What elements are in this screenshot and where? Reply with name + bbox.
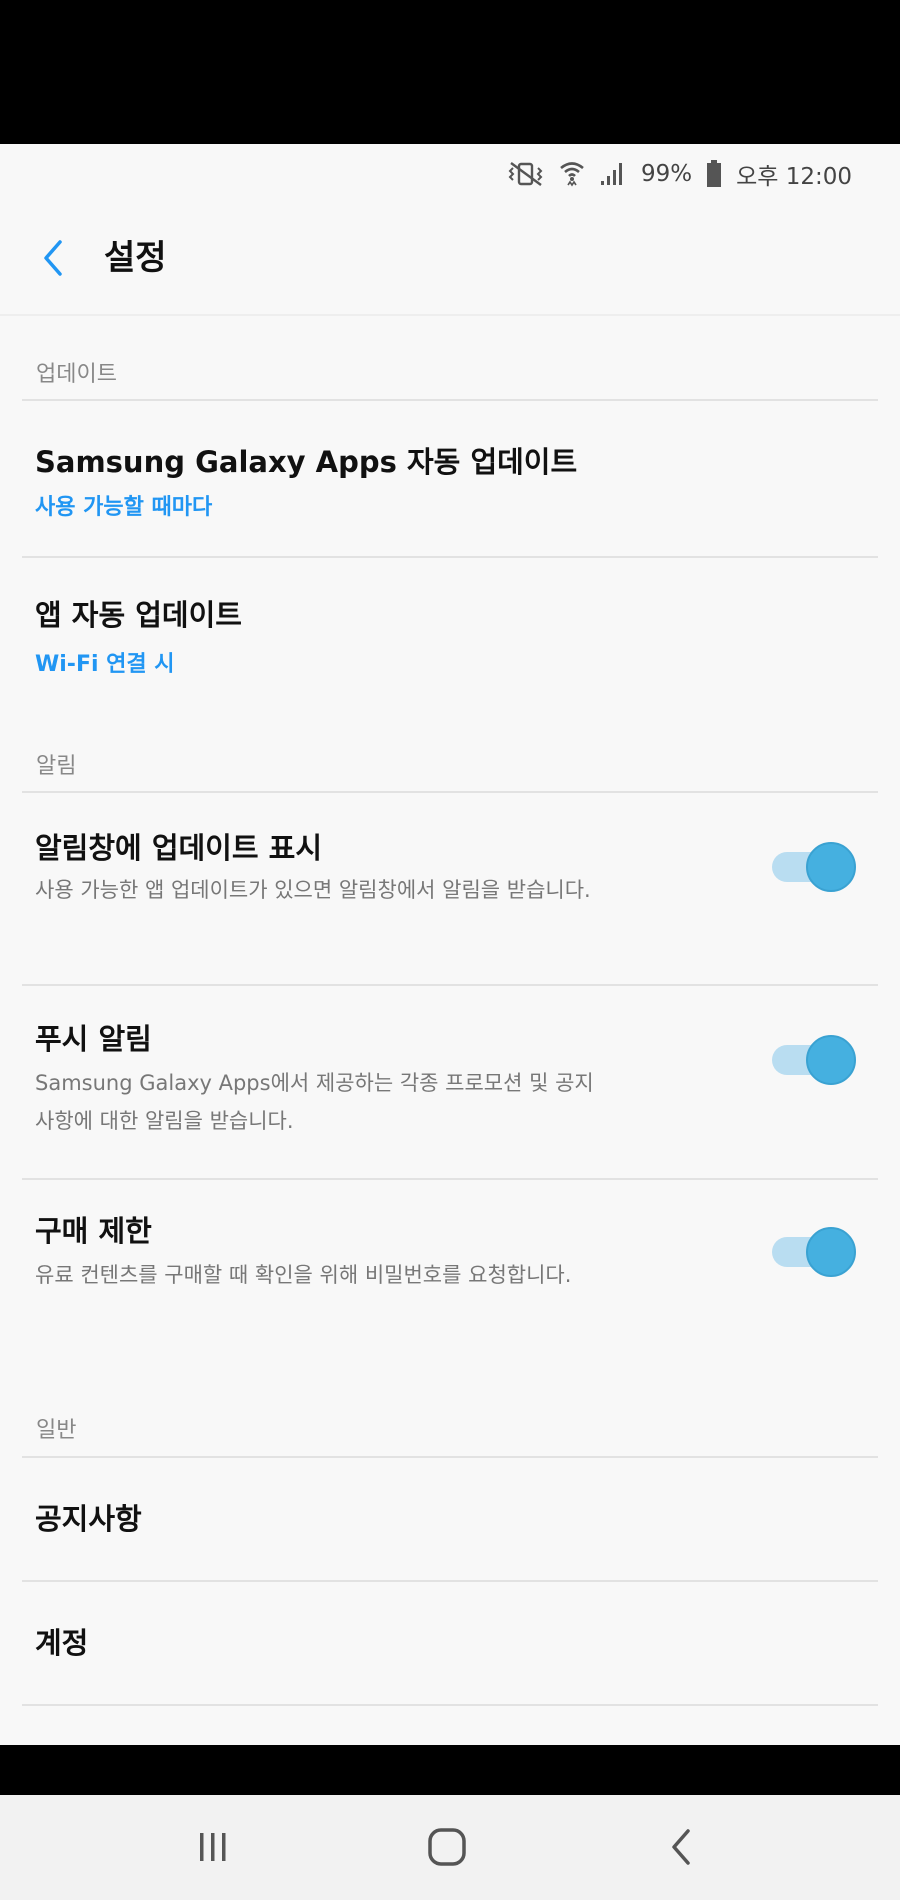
status-icons: 99% 오후 12:00 [507, 154, 852, 194]
recent-apps-icon [200, 1833, 226, 1861]
battery-icon [706, 160, 722, 188]
setting-value: 사용 가능할 때마다 [35, 495, 213, 520]
setting-description: 사용 가능한 앱 업데이트가 있으면 알림창에서 알림을 받습니다. [35, 878, 591, 902]
setting-title: 푸시 알림 [35, 1022, 152, 1056]
setting-purchase-limit[interactable]: 구매 제한 유료 컨텐츠를 구매할 때 확인을 위해 비밀번호를 요청합니다. [0, 1180, 900, 1360]
recent-apps-button[interactable] [178, 1817, 248, 1877]
setting-title: 알림창에 업데이트 표시 [35, 831, 322, 865]
toggle-switch[interactable] [772, 1222, 858, 1282]
back-button[interactable] [28, 228, 78, 288]
toggle-thumb [806, 1227, 856, 1277]
status-bar: 99% 오후 12:00 [0, 144, 900, 200]
toggle-thumb [806, 842, 856, 892]
setting-show-update-in-notification[interactable]: 알림창에 업데이트 표시 사용 가능한 앱 업데이트가 있으면 알림창에서 알림… [0, 793, 900, 984]
toggle-switch[interactable] [772, 837, 858, 897]
setting-description: 유료 컨텐츠를 구매할 때 확인을 위해 비밀번호를 요청합니다. [35, 1263, 572, 1287]
setting-title: Samsung Galaxy Apps 자동 업데이트 [35, 445, 578, 479]
home-icon [428, 1828, 466, 1866]
page-title: 설정 [104, 238, 167, 278]
navigation-bar [0, 1795, 900, 1900]
setting-app-auto-update[interactable]: 앱 자동 업데이트 Wi-Fi 연결 시 [0, 558, 900, 698]
setting-title: 공지사항 [35, 1502, 142, 1536]
app-bar: 설정 [0, 200, 900, 316]
top-black-bar [0, 0, 900, 144]
clock: 오후 12:00 [736, 164, 852, 190]
toggle-thumb [806, 1035, 856, 1085]
settings-screen: 99% 오후 12:00 설정 업데이트 Samsung Galaxy Apps… [0, 144, 900, 1745]
setting-title: 구매 제한 [35, 1214, 152, 1248]
battery-percent: 99% [640, 161, 693, 187]
bottom-black-bar [0, 1745, 900, 1795]
section-header-notification: 알림 [36, 754, 77, 779]
divider [22, 1704, 878, 1706]
setting-description: Samsung Galaxy Apps에서 제공하는 각종 프로모션 및 공지사… [35, 1071, 594, 1133]
home-button[interactable] [412, 1817, 482, 1877]
setting-title: 계정 [35, 1626, 89, 1660]
nav-back-button[interactable] [646, 1817, 716, 1877]
setting-account[interactable]: 계정 [0, 1582, 900, 1704]
vibrate-mute-icon [507, 161, 545, 187]
wifi-icon [559, 159, 585, 189]
setting-title: 앱 자동 업데이트 [35, 598, 242, 632]
setting-notice[interactable]: 공지사항 [0, 1458, 900, 1580]
chevron-left-icon [44, 240, 62, 276]
signal-icon [599, 161, 627, 187]
section-header-general: 일반 [36, 1418, 77, 1443]
setting-push-notification[interactable]: 푸시 알림 Samsung Galaxy Apps에서 제공하는 각종 프로모션… [0, 986, 900, 1178]
setting-value: Wi-Fi 연결 시 [35, 652, 175, 677]
toggle-switch[interactable] [772, 1030, 858, 1090]
back-icon [672, 1829, 690, 1865]
setting-galaxy-apps-auto-update[interactable]: Samsung Galaxy Apps 자동 업데이트 사용 가능할 때마다 [0, 401, 900, 556]
section-header-update: 업데이트 [36, 362, 117, 387]
